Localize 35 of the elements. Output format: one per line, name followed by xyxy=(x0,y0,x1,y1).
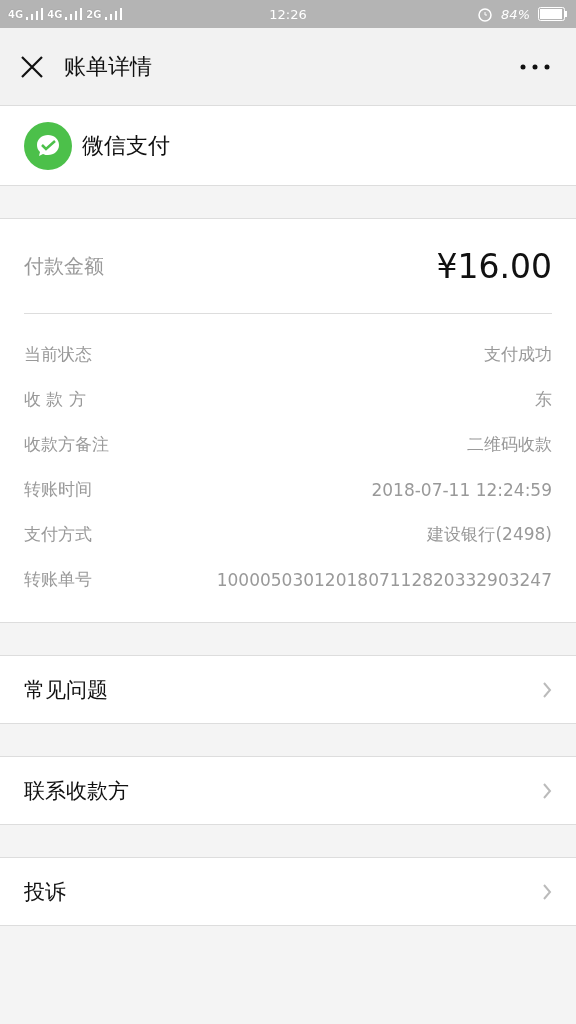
detail-label: 当前状态 xyxy=(24,343,92,366)
alarm-icon xyxy=(477,6,494,22)
signal-icon xyxy=(104,8,123,20)
close-icon[interactable] xyxy=(20,54,44,79)
detail-label: 收 款 方 xyxy=(24,388,86,411)
more-icon[interactable] xyxy=(520,63,550,70)
menu-row[interactable]: 投诉 xyxy=(0,857,576,926)
detail-value: 二维码收款 xyxy=(467,433,552,456)
page-title: 账单详情 xyxy=(64,52,152,81)
detail-value: 支付成功 xyxy=(484,343,552,366)
menu-row[interactable]: 联系收款方 xyxy=(0,756,576,825)
chevron-icon xyxy=(542,882,552,901)
detail-value: 建设银行(2498) xyxy=(427,523,552,546)
detail-label: 转账单号 xyxy=(24,568,92,591)
detail-value: 2018-07-11 12:24:59 xyxy=(371,479,552,500)
network-label: 4G xyxy=(47,8,63,20)
detail-label: 支付方式 xyxy=(24,523,92,546)
chevron-icon xyxy=(542,680,552,699)
signal-icon xyxy=(65,8,84,20)
battery-percent: 84% xyxy=(501,6,530,22)
amount-value: ¥16.00 xyxy=(436,246,552,286)
chevron-icon xyxy=(542,781,552,800)
detail-label: 收款方备注 xyxy=(24,433,109,456)
detail-value: 东 xyxy=(535,388,552,411)
chat-bubble-icon xyxy=(24,121,72,170)
amount-label: 付款金额 xyxy=(24,252,104,280)
network-label: 4G xyxy=(8,8,24,20)
signal-icon xyxy=(26,8,45,20)
clock-time: 12:26 xyxy=(269,6,307,22)
merchant-name: 微信支付 xyxy=(82,131,170,160)
battery-icon xyxy=(538,7,568,21)
detail-label: 转账时间 xyxy=(24,478,92,501)
detail-value: 1000050301201807112820332903247 xyxy=(216,569,552,590)
menu-row[interactable]: 常见问题 xyxy=(0,655,576,724)
network-label: 2G xyxy=(86,8,102,20)
